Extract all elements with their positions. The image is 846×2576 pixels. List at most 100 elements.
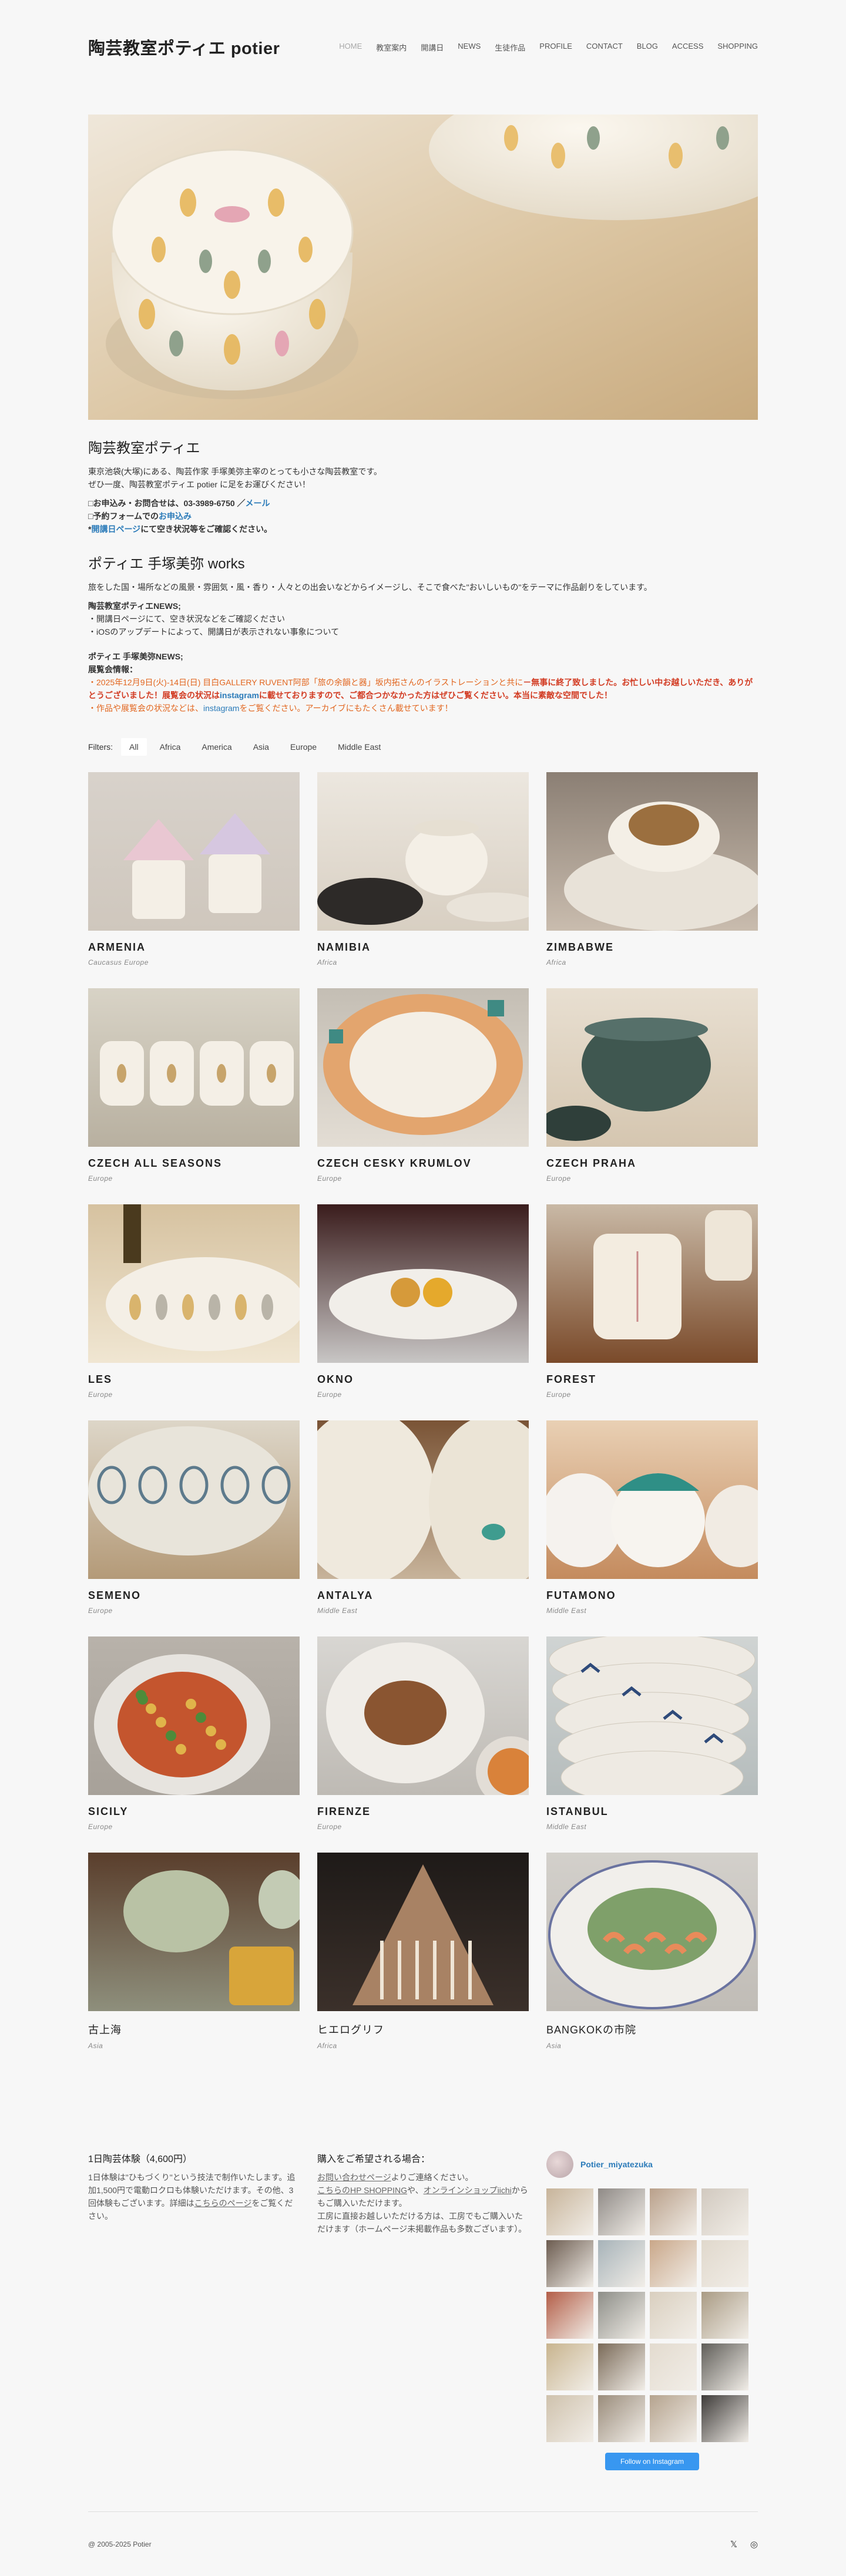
portfolio-title[interactable]: OKNO xyxy=(317,1373,529,1386)
instagram-photo[interactable] xyxy=(701,2343,748,2390)
portfolio-card[interactable]: CZECH PRAHA Europe xyxy=(546,988,758,1204)
calendar-page-link[interactable]: 開講日ページ xyxy=(91,524,140,534)
portfolio-thumbnail[interactable] xyxy=(317,1204,529,1363)
instagram-photo[interactable] xyxy=(650,2292,697,2339)
nav-item[interactable]: SHOPPING xyxy=(717,42,758,53)
portfolio-card[interactable]: CZECH ALL SEASONS Europe xyxy=(88,988,300,1204)
portfolio-title[interactable]: ISTANBUL xyxy=(546,1806,758,1818)
contact-mail-link[interactable]: メール xyxy=(246,499,270,508)
portfolio-thumbnail[interactable] xyxy=(88,1420,300,1579)
instagram-username[interactable]: Potier_miyatezuka xyxy=(580,2160,653,2169)
instagram-photo[interactable] xyxy=(650,2188,697,2235)
portfolio-thumbnail[interactable] xyxy=(88,988,300,1147)
instagram-photo[interactable] xyxy=(546,2292,593,2339)
filter-button[interactable]: All xyxy=(121,738,147,756)
portfolio-thumbnail[interactable] xyxy=(317,1853,529,2011)
trial-details-link[interactable]: こちらのページ xyxy=(194,2198,252,2208)
contact-phone[interactable]: 03-3989-6750 xyxy=(183,499,234,508)
portfolio-card[interactable]: NAMIBIA Africa xyxy=(317,772,529,988)
portfolio-title[interactable]: CZECH CESKY KRUMLOV xyxy=(317,1157,529,1170)
portfolio-title[interactable]: ARMENIA xyxy=(88,941,300,954)
portfolio-card[interactable]: CZECH CESKY KRUMLOV Europe xyxy=(317,988,529,1204)
portfolio-card[interactable]: SEMENO Europe xyxy=(88,1420,300,1636)
portfolio-title[interactable]: 古上海 xyxy=(88,2022,300,2037)
follow-instagram-button[interactable]: Follow on Instagram xyxy=(605,2453,699,2470)
instagram-photo[interactable] xyxy=(598,2395,645,2442)
nav-item[interactable]: HOME xyxy=(339,42,362,53)
nav-item[interactable]: 教室案内 xyxy=(376,42,407,53)
portfolio-card[interactable]: BANGKOKの市院 Asia xyxy=(546,1853,758,2069)
portfolio-thumbnail[interactable] xyxy=(546,1204,758,1363)
portfolio-title[interactable]: ANTALYA xyxy=(317,1590,529,1602)
portfolio-card[interactable]: FOREST Europe xyxy=(546,1204,758,1420)
nav-item[interactable]: NEWS xyxy=(458,42,481,53)
filter-button[interactable]: Europe xyxy=(282,738,325,756)
instagram-photo[interactable] xyxy=(701,2188,748,2235)
portfolio-title[interactable]: SEMENO xyxy=(88,1590,300,1602)
portfolio-title[interactable]: NAMIBIA xyxy=(317,941,529,954)
portfolio-card[interactable]: FIRENZE Europe xyxy=(317,1636,529,1853)
instagram-photo[interactable] xyxy=(546,2240,593,2287)
portfolio-title[interactable]: BANGKOKの市院 xyxy=(546,2022,758,2037)
portfolio-thumbnail[interactable] xyxy=(546,1636,758,1795)
nav-item[interactable]: CONTACT xyxy=(586,42,623,53)
portfolio-thumbnail[interactable] xyxy=(88,1204,300,1363)
portfolio-card[interactable]: ARMENIA Caucasus Europe xyxy=(88,772,300,988)
shopping-link[interactable]: こちらのHP SHOPPING xyxy=(317,2186,407,2195)
iichi-shop-link[interactable]: オンラインショップiichi xyxy=(424,2186,512,2195)
filter-button[interactable]: Africa xyxy=(152,738,189,756)
nav-item[interactable]: ACCESS xyxy=(672,42,703,53)
site-logo[interactable]: 陶芸教室ポティエ potier xyxy=(88,35,280,59)
portfolio-title[interactable]: CZECH PRAHA xyxy=(546,1157,758,1170)
nav-item[interactable]: 生徒作品 xyxy=(495,42,525,53)
portfolio-thumbnail[interactable] xyxy=(546,1853,758,2011)
nav-item[interactable]: BLOG xyxy=(637,42,658,53)
portfolio-thumbnail[interactable] xyxy=(88,1636,300,1795)
portfolio-thumbnail[interactable] xyxy=(317,772,529,931)
portfolio-card[interactable]: ANTALYA Middle East xyxy=(317,1420,529,1636)
instagram-photo[interactable] xyxy=(598,2240,645,2287)
portfolio-thumbnail[interactable] xyxy=(317,988,529,1147)
filter-button[interactable]: America xyxy=(193,738,240,756)
nav-item[interactable]: 開講日 xyxy=(421,42,444,53)
portfolio-title[interactable]: FIRENZE xyxy=(317,1806,529,1818)
instagram-photo[interactable] xyxy=(546,2188,593,2235)
portfolio-card[interactable]: OKNO Europe xyxy=(317,1204,529,1420)
instagram-photo[interactable] xyxy=(701,2292,748,2339)
instagram-photo[interactable] xyxy=(650,2343,697,2390)
portfolio-thumbnail[interactable] xyxy=(546,1420,758,1579)
portfolio-title[interactable]: FOREST xyxy=(546,1373,758,1386)
portfolio-card[interactable]: ZIMBABWE Africa xyxy=(546,772,758,988)
instagram-photo[interactable] xyxy=(598,2188,645,2235)
instagram-photo[interactable] xyxy=(650,2240,697,2287)
instagram-photo[interactable] xyxy=(598,2343,645,2390)
instagram-photo[interactable] xyxy=(598,2292,645,2339)
contact-page-link[interactable]: お問い合わせページ xyxy=(317,2173,391,2182)
news-item-2[interactable]: ・iOSのアップデートによって、開講日が表示されない事象について xyxy=(88,625,758,638)
instagram-link-2[interactable]: instagram xyxy=(203,703,239,713)
portfolio-card[interactable]: ISTANBUL Middle East xyxy=(546,1636,758,1853)
portfolio-thumbnail[interactable] xyxy=(88,1853,300,2011)
news-item-1[interactable]: ・開講日ページにて、空き状況などをご確認ください xyxy=(88,612,758,625)
instagram-icon[interactable]: ◎ xyxy=(750,2539,758,2550)
instagram-photo[interactable] xyxy=(701,2240,748,2287)
avatar[interactable] xyxy=(546,2151,573,2178)
portfolio-card[interactable]: ヒエログリフ Africa xyxy=(317,1853,529,2069)
instagram-link[interactable]: instagram xyxy=(220,691,259,700)
portfolio-title[interactable]: LES xyxy=(88,1373,300,1386)
instagram-photo[interactable] xyxy=(650,2395,697,2442)
nav-item[interactable]: PROFILE xyxy=(539,42,572,53)
portfolio-card[interactable]: SICILY Europe xyxy=(88,1636,300,1853)
portfolio-card[interactable]: FUTAMONO Middle East xyxy=(546,1420,758,1636)
portfolio-title[interactable]: CZECH ALL SEASONS xyxy=(88,1157,300,1170)
filter-button[interactable]: Middle East xyxy=(330,738,389,756)
portfolio-thumbnail[interactable] xyxy=(317,1420,529,1579)
filter-button[interactable]: Asia xyxy=(245,738,277,756)
portfolio-thumbnail[interactable] xyxy=(546,772,758,931)
instagram-photo[interactable] xyxy=(546,2343,593,2390)
portfolio-title[interactable]: ヒエログリフ xyxy=(317,2022,529,2037)
portfolio-thumbnail[interactable] xyxy=(88,772,300,931)
portfolio-title[interactable]: ZIMBABWE xyxy=(546,941,758,954)
instagram-photo[interactable] xyxy=(546,2395,593,2442)
portfolio-card[interactable]: LES Europe xyxy=(88,1204,300,1420)
